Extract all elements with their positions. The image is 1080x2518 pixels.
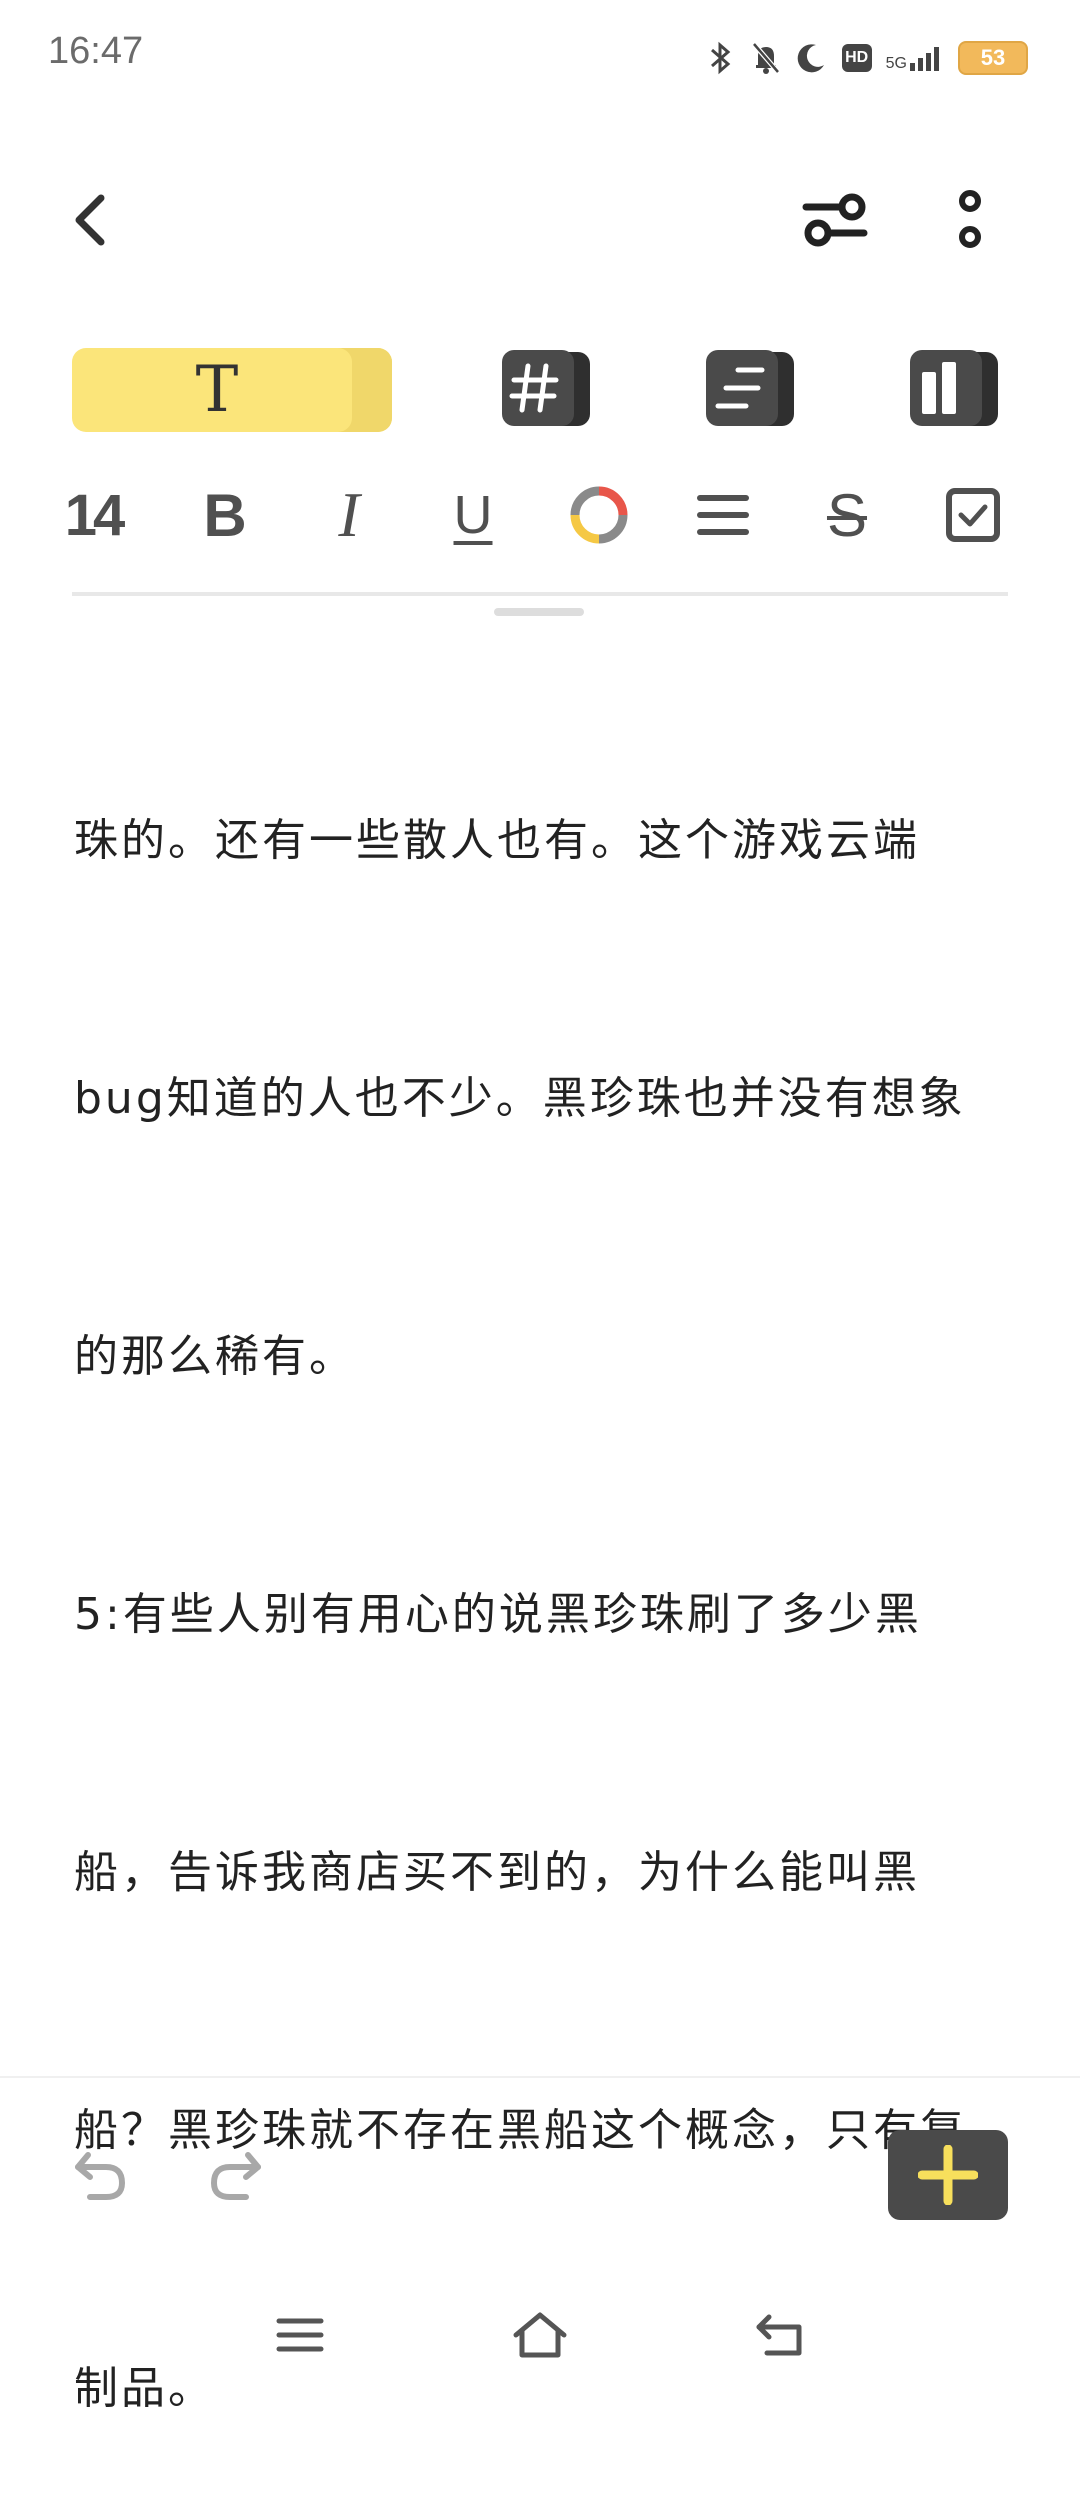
bottom-divider bbox=[0, 2076, 1080, 2078]
system-nav-bar bbox=[0, 2290, 1080, 2380]
heading-list-icon bbox=[706, 350, 794, 426]
hash-tag-icon bbox=[502, 350, 590, 426]
font-size-button[interactable]: 14 bbox=[48, 472, 138, 558]
add-button[interactable] bbox=[888, 2130, 1008, 2220]
back-icon bbox=[75, 194, 105, 246]
add-icon bbox=[918, 2145, 978, 2205]
text-style-icon: T bbox=[195, 353, 239, 427]
home-button[interactable] bbox=[500, 2300, 580, 2370]
status-icons: HD 5G 53 bbox=[706, 36, 1028, 80]
tag-style-chip[interactable] bbox=[500, 348, 592, 428]
battery-icon: 53 bbox=[958, 41, 1028, 75]
italic-button[interactable]: I bbox=[304, 472, 394, 558]
drag-handle[interactable] bbox=[494, 608, 584, 616]
back-button[interactable] bbox=[56, 180, 126, 260]
network-type: 5G bbox=[885, 55, 907, 72]
more-vertical-icon bbox=[959, 190, 981, 248]
note-line: 船，告诉我商店买不到的，为什么能叫黑 bbox=[74, 1847, 920, 1898]
moon-icon bbox=[797, 44, 824, 73]
underline-button[interactable]: U bbox=[428, 472, 518, 558]
toolbar-divider bbox=[72, 592, 1008, 596]
status-bar: 16:47 HD 5G 53 bbox=[0, 0, 1080, 110]
note-line: bug知道的人也不少。黑珍珠也并没有想象 bbox=[74, 1073, 966, 1124]
note-line: 的那么稀有。 bbox=[74, 1331, 356, 1382]
more-button[interactable] bbox=[930, 180, 1010, 260]
home-icon bbox=[513, 2312, 567, 2358]
mute-bell-icon bbox=[751, 42, 780, 74]
align-icon bbox=[697, 495, 749, 535]
bold-button[interactable]: B bbox=[180, 472, 270, 558]
text-color-button[interactable] bbox=[554, 472, 644, 558]
redo-button[interactable] bbox=[196, 2140, 276, 2210]
sliders-icon bbox=[802, 193, 868, 247]
menu-icon bbox=[276, 2318, 324, 2352]
strikethrough-button[interactable]: S bbox=[802, 472, 892, 558]
back-nav-button[interactable] bbox=[740, 2300, 820, 2370]
checkbox-icon bbox=[946, 488, 1000, 542]
redo-icon bbox=[210, 2152, 261, 2200]
recent-apps-button[interactable] bbox=[260, 2300, 340, 2370]
text-style-chip[interactable]: T bbox=[72, 348, 392, 432]
note-line: 珠的。还有一些散人也有。这个游戏云端 bbox=[74, 815, 920, 866]
format-toolbar: 14 B I U S bbox=[48, 472, 1032, 558]
undo-icon bbox=[75, 2152, 126, 2200]
heading-style-chip[interactable] bbox=[704, 348, 796, 428]
layout-style-chip[interactable] bbox=[908, 348, 1000, 428]
layout-columns-icon bbox=[910, 350, 998, 426]
filter-button[interactable] bbox=[790, 180, 880, 260]
note-line: 5:有些人别有用心的说黑珍珠刷了多少黑 bbox=[74, 1589, 922, 1640]
status-time: 16:47 bbox=[48, 30, 144, 72]
style-chip-row: T bbox=[0, 348, 1080, 438]
undo-button[interactable] bbox=[60, 2140, 140, 2210]
checkbox-button[interactable] bbox=[928, 472, 1018, 558]
bluetooth-icon bbox=[710, 41, 730, 75]
hd-icon: HD bbox=[841, 44, 872, 72]
signal-icon: 5G bbox=[885, 45, 944, 72]
back-nav-icon bbox=[756, 2314, 802, 2356]
color-ring-icon bbox=[570, 486, 628, 544]
align-button[interactable] bbox=[678, 472, 768, 558]
note-content[interactable]: 珠的。还有一些散人也有。这个游戏云端 bug知道的人也不少。黑珍珠也并没有想象 … bbox=[74, 626, 1014, 2518]
